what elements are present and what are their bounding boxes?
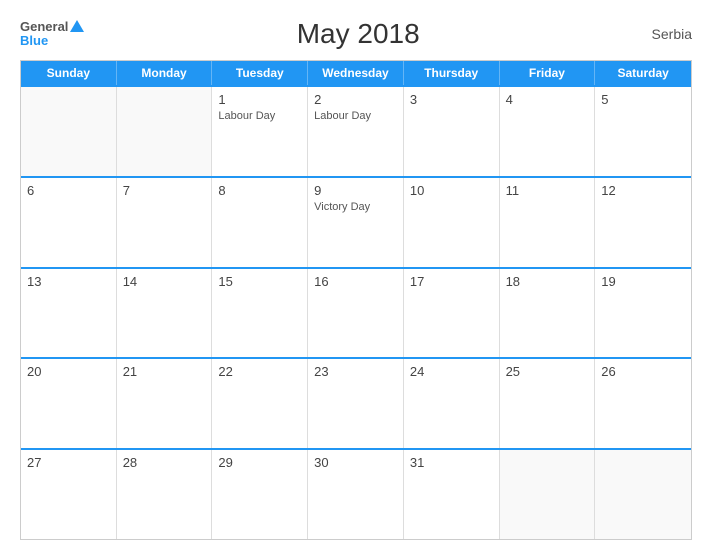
day-number: 11 — [506, 183, 589, 198]
col-monday: Monday — [117, 61, 213, 85]
day-number: 14 — [123, 274, 206, 289]
table-row: 10 — [404, 178, 500, 267]
day-event: Labour Day — [314, 109, 397, 123]
day-number: 8 — [218, 183, 301, 198]
day-number: 2 — [314, 92, 397, 107]
table-row: 3 — [404, 87, 500, 176]
table-row: 22 — [212, 359, 308, 448]
table-row: 9 Victory Day — [308, 178, 404, 267]
week-5: 27 28 29 30 31 — [21, 448, 691, 539]
col-thursday: Thursday — [404, 61, 500, 85]
table-row: 7 — [117, 178, 213, 267]
col-wednesday: Wednesday — [308, 61, 404, 85]
day-number: 25 — [506, 364, 589, 379]
table-row: 16 — [308, 269, 404, 358]
col-sunday: Sunday — [21, 61, 117, 85]
table-row: 30 — [308, 450, 404, 539]
table-row: 1 Labour Day — [212, 87, 308, 176]
day-number: 15 — [218, 274, 301, 289]
day-number: 3 — [410, 92, 493, 107]
day-number: 19 — [601, 274, 685, 289]
table-row: 4 — [500, 87, 596, 176]
day-number: 20 — [27, 364, 110, 379]
logo: General Blue — [20, 20, 84, 48]
day-number: 29 — [218, 455, 301, 470]
day-number: 31 — [410, 455, 493, 470]
day-number: 21 — [123, 364, 206, 379]
table-row: 21 — [117, 359, 213, 448]
table-row: 23 — [308, 359, 404, 448]
day-number: 28 — [123, 455, 206, 470]
header: General Blue May 2018 Serbia — [20, 18, 692, 50]
week-2: 6789 Victory Day 10 11 12 — [21, 176, 691, 267]
table-row: 20 — [21, 359, 117, 448]
table-row: 13 — [21, 269, 117, 358]
day-number: 27 — [27, 455, 110, 470]
day-number: 24 — [410, 364, 493, 379]
logo-triangle-icon — [70, 20, 84, 32]
day-number: 7 — [123, 183, 206, 198]
day-number: 17 — [410, 274, 493, 289]
day-number: 18 — [506, 274, 589, 289]
day-number: 9 — [314, 183, 397, 198]
calendar-header: Sunday Monday Tuesday Wednesday Thursday… — [21, 61, 691, 85]
day-number: 16 — [314, 274, 397, 289]
table-row: 8 — [212, 178, 308, 267]
day-number: 30 — [314, 455, 397, 470]
table-row: 17 — [404, 269, 500, 358]
calendar-body: 1 Labour Day 2 Labour Day 345 6789 Victory Day… — [21, 85, 691, 539]
table-row: 27 — [21, 450, 117, 539]
col-tuesday: Tuesday — [212, 61, 308, 85]
logo-blue-text: Blue — [20, 33, 48, 48]
day-number: 6 — [27, 183, 110, 198]
table-row: 31 — [404, 450, 500, 539]
day-number: 1 — [218, 92, 301, 107]
day-number: 4 — [506, 92, 589, 107]
table-row: 29 — [212, 450, 308, 539]
day-number: 12 — [601, 183, 685, 198]
calendar: Sunday Monday Tuesday Wednesday Thursday… — [20, 60, 692, 540]
week-1: 1 Labour Day 2 Labour Day 345 — [21, 85, 691, 176]
day-number: 23 — [314, 364, 397, 379]
table-row: 19 — [595, 269, 691, 358]
col-saturday: Saturday — [595, 61, 691, 85]
col-friday: Friday — [500, 61, 596, 85]
table-row: 6 — [21, 178, 117, 267]
table-row: 26 — [595, 359, 691, 448]
table-row: 5 — [595, 87, 691, 176]
day-number: 10 — [410, 183, 493, 198]
table-row — [21, 87, 117, 176]
table-row: 18 — [500, 269, 596, 358]
country-label: Serbia — [632, 26, 692, 42]
day-number: 5 — [601, 92, 685, 107]
table-row: 11 — [500, 178, 596, 267]
logo-general-text: General — [20, 20, 68, 33]
table-row — [595, 450, 691, 539]
day-number: 26 — [601, 364, 685, 379]
day-event: Labour Day — [218, 109, 301, 123]
table-row: 2 Labour Day — [308, 87, 404, 176]
table-row — [500, 450, 596, 539]
week-4: 20 21 22 23 24 25 26 — [21, 357, 691, 448]
table-row — [117, 87, 213, 176]
table-row: 15 — [212, 269, 308, 358]
table-row: 25 — [500, 359, 596, 448]
page: General Blue May 2018 Serbia Sunday Mond… — [0, 0, 712, 550]
table-row: 12 — [595, 178, 691, 267]
table-row: 14 — [117, 269, 213, 358]
day-event: Victory Day — [314, 200, 397, 214]
week-3: 13 14 15 16 17 18 19 — [21, 267, 691, 358]
month-title: May 2018 — [84, 18, 632, 50]
table-row: 28 — [117, 450, 213, 539]
day-number: 22 — [218, 364, 301, 379]
table-row: 24 — [404, 359, 500, 448]
day-number: 13 — [27, 274, 110, 289]
